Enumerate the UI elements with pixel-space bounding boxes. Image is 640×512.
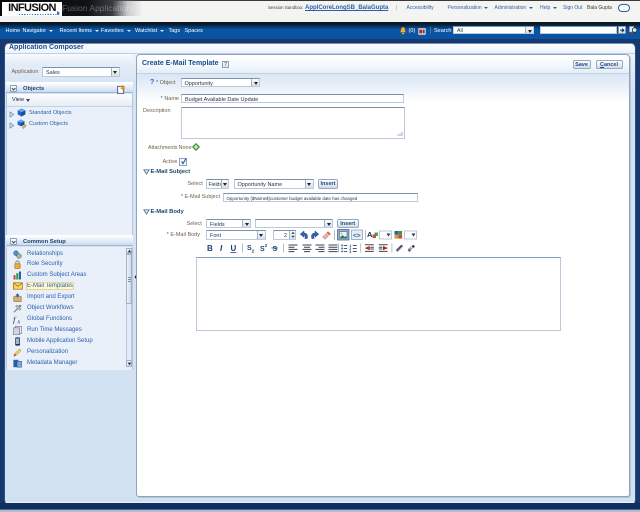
svg-text:x: x [17, 319, 21, 324]
svg-text:I: I [220, 244, 223, 253]
svg-text:B: B [207, 244, 213, 253]
svg-text:f: f [13, 315, 17, 324]
svg-text:A: A [367, 230, 373, 239]
svg-text:S: S [273, 246, 278, 253]
svg-text:3: 3 [349, 249, 351, 253]
svg-text:2: 2 [265, 243, 268, 248]
svg-text:<>: <> [353, 233, 361, 240]
svg-text:2: 2 [252, 248, 255, 253]
svg-text:U: U [231, 244, 237, 253]
